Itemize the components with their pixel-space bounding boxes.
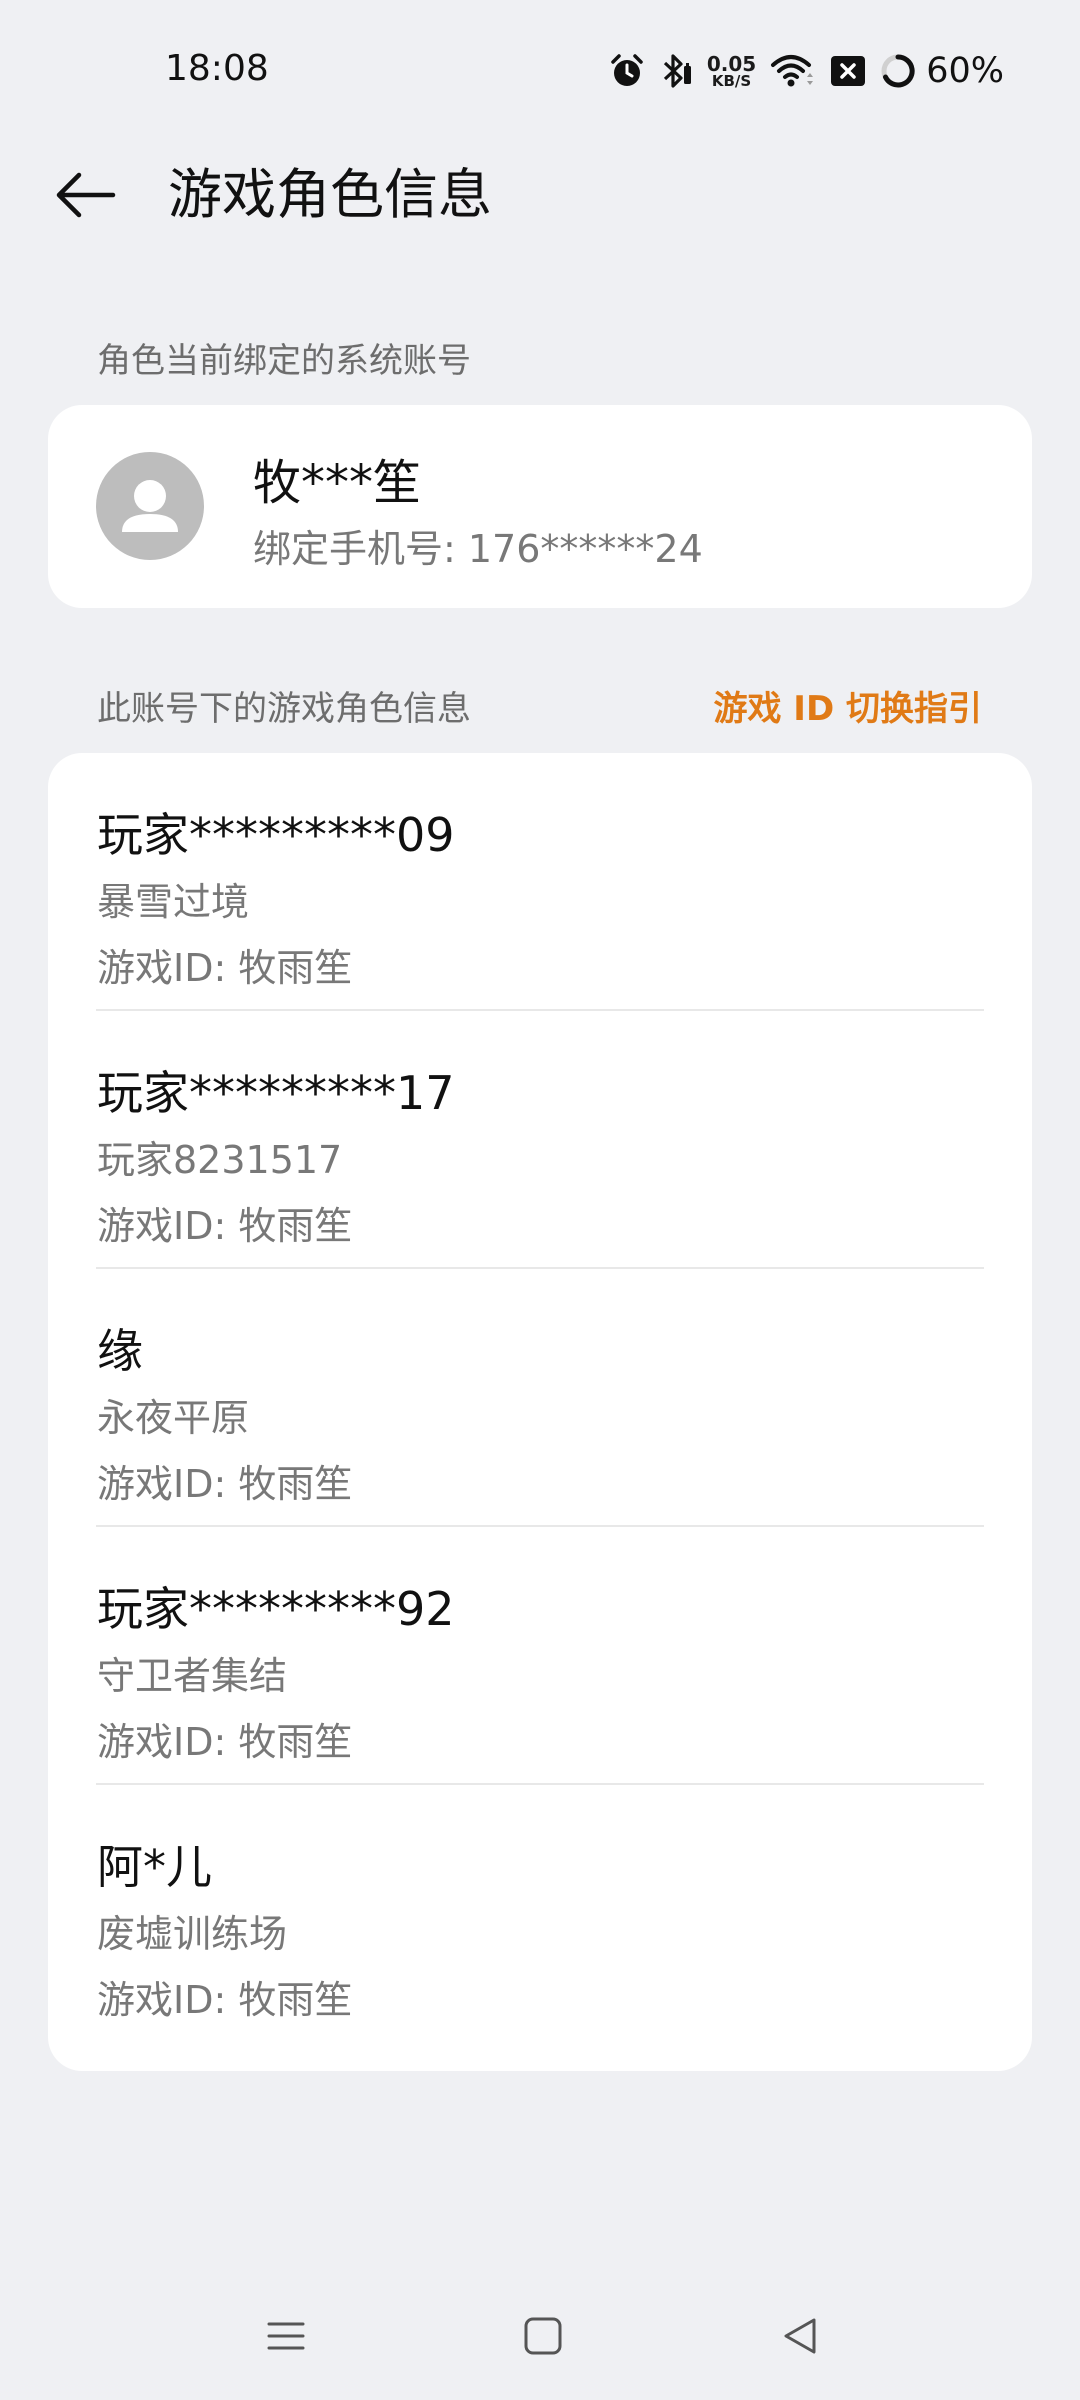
role-item[interactable]: 玩家*********17 玩家8231517 游戏ID: 牧雨笙	[48, 1011, 1032, 1269]
role-game-id: 游戏ID: 牧雨笙	[97, 1978, 353, 2022]
role-name: 缘	[97, 1324, 143, 1378]
role-name: 阿*儿	[97, 1840, 212, 1894]
page: 18:08 0.05 KB/S 60% 游戏角色信息 角色当前绑定的系统账号 牧…	[0, 0, 1080, 2400]
role-name: 玩家*********92	[97, 1582, 455, 1636]
battery-percent: 60%	[926, 51, 1004, 91]
network-speed: 0.05 KB/S	[707, 54, 756, 89]
role-server: 废墟训练场	[97, 1912, 288, 1956]
role-server: 守卫者集结	[97, 1654, 288, 1698]
arrow-left-icon	[56, 172, 116, 218]
avatar	[96, 452, 204, 560]
back-button[interactable]	[40, 160, 130, 230]
net-speed-unit: KB/S	[711, 71, 752, 90]
account-card[interactable]: 牧***笙 绑定手机号: 176******24	[48, 405, 1032, 608]
role-item[interactable]: 缘 永夜平原 游戏ID: 牧雨笙	[48, 1269, 1032, 1527]
net-speed-value: 0.05	[706, 51, 757, 76]
system-back-button[interactable]	[770, 2306, 830, 2366]
account-phone: 绑定手机号: 176******24	[253, 527, 703, 571]
battery-ring-icon	[880, 53, 916, 89]
page-title: 游戏角色信息	[168, 163, 492, 226]
account-section-label: 角色当前绑定的系统账号	[97, 341, 471, 381]
role-game-id: 游戏ID: 牧雨笙	[97, 946, 353, 990]
role-item[interactable]: 玩家*********92 守卫者集结 游戏ID: 牧雨笙	[48, 1527, 1032, 1785]
role-game-id: 游戏ID: 牧雨笙	[97, 1462, 353, 1506]
sim-icon	[830, 54, 866, 88]
recent-apps-button[interactable]	[256, 2306, 316, 2366]
status-icons: 0.05 KB/S 60%	[609, 48, 1004, 94]
game-id-switch-guide-link[interactable]: 游戏 ID 切换指引	[713, 681, 982, 730]
back-triangle-icon	[784, 2318, 816, 2354]
role-game-id: 游戏ID: 牧雨笙	[97, 1204, 353, 1248]
role-server: 暴雪过境	[97, 880, 250, 924]
role-server: 玩家8231517	[97, 1138, 343, 1182]
status-time: 18:08	[165, 48, 269, 89]
home-button[interactable]	[513, 2306, 573, 2366]
role-item[interactable]: 阿*儿 废墟训练场 游戏ID: 牧雨笙	[48, 1785, 1032, 2043]
role-name: 玩家*********17	[97, 1066, 455, 1120]
alarm-icon	[609, 53, 645, 89]
roles-section-label: 此账号下的游戏角色信息	[97, 689, 471, 729]
role-name: 玩家*********09	[97, 808, 455, 862]
header: 游戏角色信息	[0, 140, 1080, 250]
person-icon	[122, 480, 178, 532]
home-square-icon	[524, 2317, 562, 2355]
bluetooth-icon	[659, 52, 693, 90]
menu-icon	[267, 2322, 305, 2350]
role-server: 永夜平原	[97, 1396, 250, 1440]
system-nav-bar	[0, 2290, 1080, 2380]
status-bar: 18:08 0.05 KB/S 60%	[0, 0, 1080, 140]
role-game-id: 游戏ID: 牧雨笙	[97, 1720, 353, 1764]
role-item[interactable]: 玩家*********09 暴雪过境 游戏ID: 牧雨笙	[48, 753, 1032, 1011]
account-name: 牧***笙	[253, 455, 422, 511]
roles-card: 玩家*********09 暴雪过境 游戏ID: 牧雨笙 玩家*********…	[48, 753, 1032, 2071]
wifi-icon	[770, 53, 816, 89]
